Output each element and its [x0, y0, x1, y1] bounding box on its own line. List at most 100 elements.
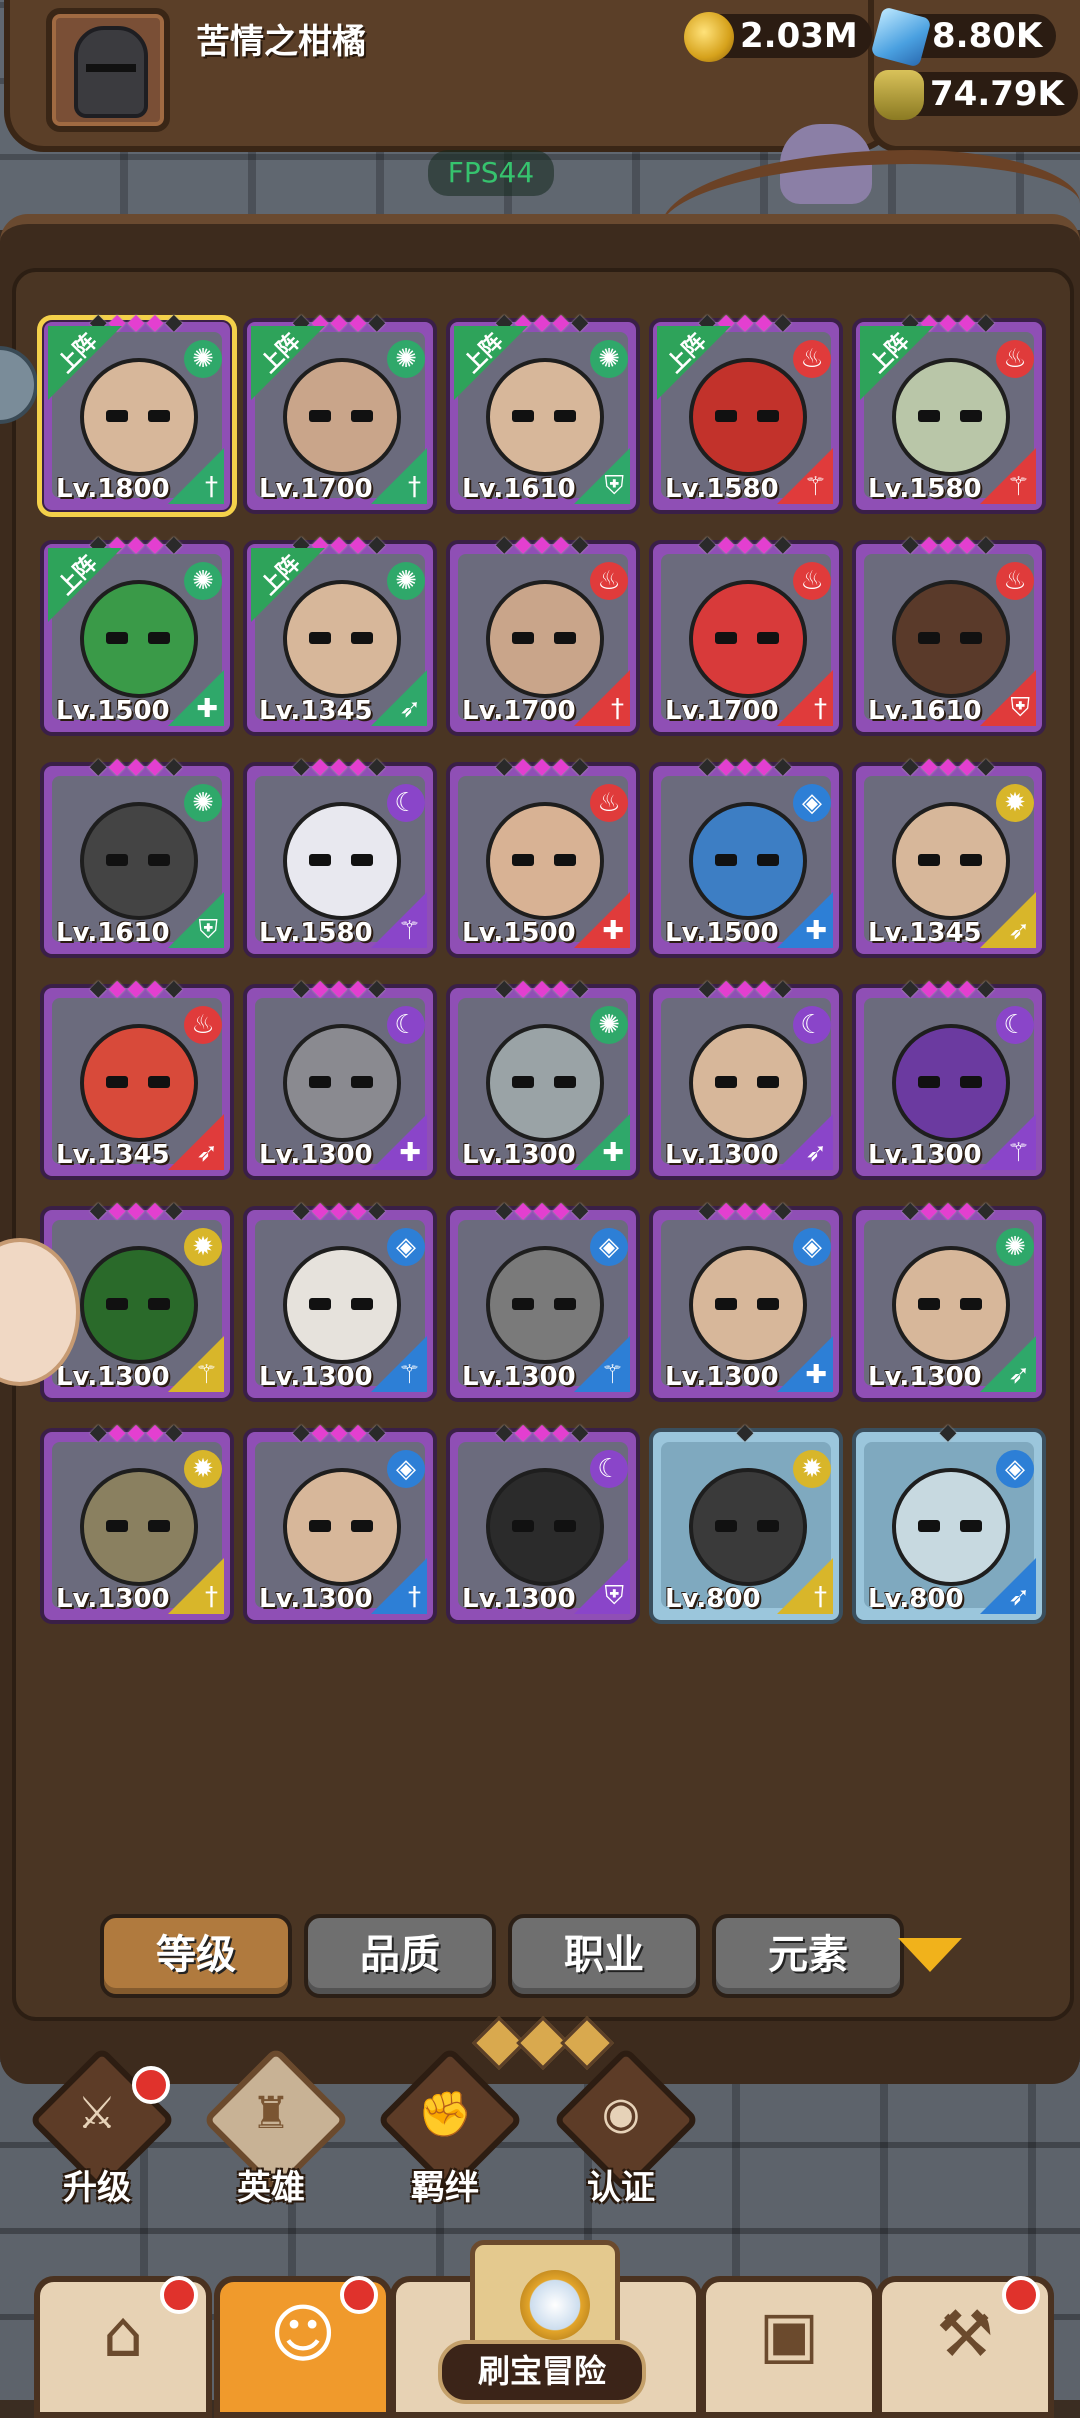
bottom-tab-forge[interactable]: ⚒: [876, 2276, 1054, 2418]
hero-card[interactable]: ◆◆◆◆◆ ☾ ⚚ Lv.1300: [852, 976, 1046, 1180]
hero-level: Lv.1500: [56, 696, 170, 726]
hero-emblem-icon: ♜: [251, 2088, 291, 2139]
hero-portrait: [892, 1246, 1010, 1364]
potion-counter[interactable]: 74.79K: [874, 68, 1078, 120]
hero-card[interactable]: ◆◆◆◆◆ ♨ ⚚ 上阵 Lv.1580: [649, 310, 843, 514]
wind-element-icon: ✺: [387, 340, 425, 378]
hero-card[interactable]: ◆◆◆◆◆ ☾ ➶ Lv.1300: [649, 976, 843, 1180]
subnav-bond[interactable]: ✊ 羁绊: [370, 2046, 524, 2210]
hero-card[interactable]: ◆◆◆◆◆ ✺ ✚ 上阵 Lv.1500: [40, 532, 234, 736]
hero-card[interactable]: ◆◆◆◆◆ ♨ † Lv.1700: [446, 532, 640, 736]
filter-class-button[interactable]: 职业: [508, 1914, 700, 1998]
light-element-icon: ✹: [996, 784, 1034, 822]
hero-portrait: [892, 1468, 1010, 1586]
filter-level-button[interactable]: 等级: [100, 1914, 292, 1998]
star-rank: ◆◆◆◆◆: [89, 1420, 185, 1445]
hero-portrait: [80, 1468, 198, 1586]
hero-level: Lv.1610: [462, 474, 576, 504]
hero-card[interactable]: ◆◆◆◆◆ ✺ ➶ 上阵 Lv.1345: [243, 532, 437, 736]
hero-card[interactable]: ◆◆◆◆◆ ✺ ✚ Lv.1300: [446, 976, 640, 1180]
hero-level: Lv.1580: [868, 474, 982, 504]
gold-counter[interactable]: 2.03M: [684, 10, 872, 62]
star-rank: ◆◆◆◆◆: [901, 532, 997, 557]
hero-card[interactable]: ◆◆◆◆◆ ✺ ⛨ Lv.1610: [40, 754, 234, 958]
hero-portrait: [689, 802, 807, 920]
hero-portrait: [892, 802, 1010, 920]
notification-dot: [160, 2276, 198, 2314]
dark-element-icon: ☾: [996, 1006, 1034, 1044]
fire-element-icon: ♨: [793, 340, 831, 378]
star-rank: ◆◆◆◆◆: [901, 976, 997, 1001]
hero-card[interactable]: ◆◆◆◆◆ ♨ ✚ Lv.1500: [446, 754, 640, 958]
player-avatar[interactable]: [46, 8, 170, 132]
sort-dropdown-arrow-icon[interactable]: [898, 1938, 962, 1972]
hero-portrait: [283, 1468, 401, 1586]
hero-card[interactable]: ◆◆◆◆◆ ◈ ✚ Lv.1300: [649, 1198, 843, 1402]
hero-level: Lv.800: [868, 1584, 964, 1614]
hero-card[interactable]: ◆◆◆◆◆ ♨ ⚚ 上阵 Lv.1580: [852, 310, 1046, 514]
fire-element-icon: ♨: [184, 1006, 222, 1044]
hero-portrait: [283, 1024, 401, 1142]
gem-counter[interactable]: 8.80K: [870, 6, 1057, 68]
hero-level: Lv.1300: [56, 1584, 170, 1614]
subnav-upgrade[interactable]: ⚔ 升级: [22, 2046, 176, 2210]
subnav-certify[interactable]: ◉ 认证: [546, 2046, 700, 2210]
hero-card[interactable]: ◆◆◆◆◆ ♨ ⛨ Lv.1610: [852, 532, 1046, 736]
hero-level: Lv.1300: [665, 1140, 779, 1170]
ornament-divider: [470, 2016, 614, 2070]
dark-element-icon: ☾: [793, 1006, 831, 1044]
bottom-tab-adventure[interactable]: 刷宝冒险: [420, 2240, 660, 2404]
star-rank: ◆◆◆◆◆: [495, 976, 591, 1001]
hero-level: Lv.1610: [868, 696, 982, 726]
hero-portrait: [486, 802, 604, 920]
hero-level: Lv.1700: [259, 474, 373, 504]
hero-level: Lv.1610: [56, 918, 170, 948]
subnav-heroes[interactable]: ♜ 英雄: [196, 2046, 350, 2210]
gold-coin-icon: [684, 12, 734, 62]
hero-portrait: [283, 1246, 401, 1364]
hero-level: Lv.1300: [868, 1140, 982, 1170]
hero-card[interactable]: ◆◆◆◆◆ ☾ ⚚ Lv.1580: [243, 754, 437, 958]
hero-card[interactable]: ◆◆◆◆◆ ✹ ➶ Lv.1345: [852, 754, 1046, 958]
hero-card[interactable]: ◆◆◆◆◆ ✺ † 上阵 Lv.1700: [243, 310, 437, 514]
hero-card[interactable]: ◆◆◆◆◆ ♨ ➶ Lv.1345: [40, 976, 234, 1180]
hero-portrait: [486, 1246, 604, 1364]
bottom-tab-shop[interactable]: ⌂: [34, 2276, 212, 2418]
hero-card[interactable]: ◆◆◆◆◆ ☾ ⛨ Lv.1300: [446, 1420, 640, 1624]
hero-card[interactable]: ◆◆◆◆◆ ☾ ✚ Lv.1300: [243, 976, 437, 1180]
filter-quality-button[interactable]: 品质: [304, 1914, 496, 1998]
hero-card[interactable]: ◆◆◆◆◆ ◈ ⚚ Lv.1300: [446, 1198, 640, 1402]
hero-level: Lv.1300: [259, 1140, 373, 1170]
hero-portrait: [689, 1468, 807, 1586]
hero-card[interactable]: ◆◆◆◆◆ ◈ † Lv.1300: [243, 1420, 437, 1624]
hero-card[interactable]: ◆ ◈ ➶ Lv.800: [852, 1420, 1046, 1624]
fire-element-icon: ♨: [590, 784, 628, 822]
star-rank: ◆◆◆◆◆: [89, 1198, 185, 1223]
filter-element-button[interactable]: 元素: [712, 1914, 904, 1998]
hero-card[interactable]: ◆◆◆◆◆ ◈ ⚚ Lv.1300: [243, 1198, 437, 1402]
dark-element-icon: ☾: [387, 1006, 425, 1044]
bottom-tab-heroes[interactable]: ☺: [214, 2276, 392, 2418]
hero-portrait: [486, 1468, 604, 1586]
hero-card[interactable]: ◆◆◆◆◆ ◈ ✚ Lv.1500: [649, 754, 843, 958]
hero-portrait: [486, 1024, 604, 1142]
hero-card[interactable]: ◆◆◆◆◆ ✺ † 上阵 Lv.1800: [37, 310, 237, 517]
hero-card[interactable]: ◆ ✹ † Lv.800: [649, 1420, 843, 1624]
hero-card[interactable]: ◆◆◆◆◆ ✹ † Lv.1300: [40, 1420, 234, 1624]
hero-level: Lv.1700: [462, 696, 576, 726]
wind-element-icon: ✺: [387, 562, 425, 600]
hero-portrait: [892, 580, 1010, 698]
star-rank: ◆◆◆◆◆: [292, 1198, 388, 1223]
hero-card[interactable]: ◆◆◆◆◆ ✺ ⛨ 上阵 Lv.1610: [446, 310, 640, 514]
star-rank: ◆◆◆◆◆: [698, 976, 794, 1001]
bottom-tab-inventory[interactable]: ▣: [700, 2276, 878, 2418]
hero-portrait: [283, 802, 401, 920]
hero-portrait: [80, 358, 198, 476]
water-element-icon: ◈: [793, 784, 831, 822]
wind-element-icon: ✺: [590, 340, 628, 378]
light-element-icon: ✹: [184, 1450, 222, 1488]
hero-card[interactable]: ◆◆◆◆◆ ✺ ➶ Lv.1300: [852, 1198, 1046, 1402]
subnav-heroes-label: 英雄: [237, 2168, 305, 2208]
hero-card[interactable]: ◆◆◆◆◆ ♨ † Lv.1700: [649, 532, 843, 736]
water-element-icon: ◈: [793, 1228, 831, 1266]
